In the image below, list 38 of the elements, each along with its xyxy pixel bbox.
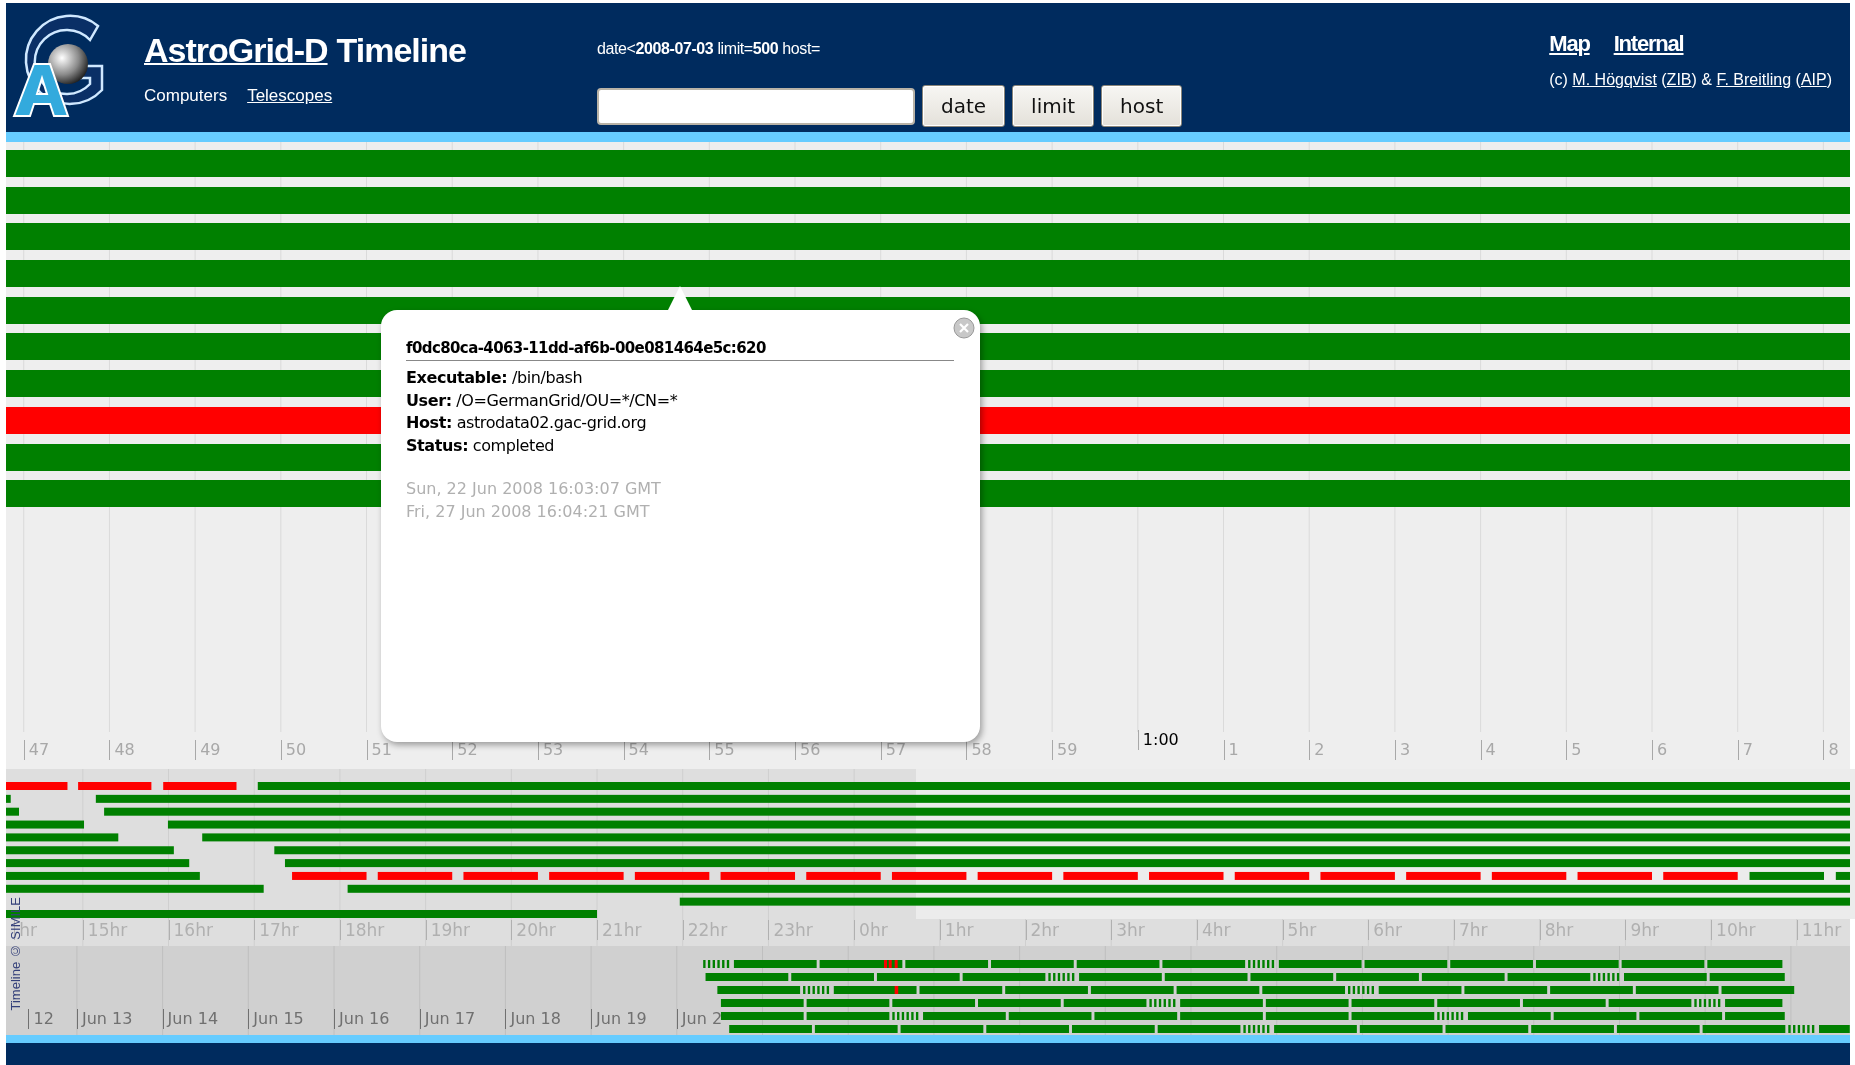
page-title: Timeline [336, 30, 466, 71]
field-value: completed [472, 435, 555, 455]
end-time: Fri, 27 Jun 2008 16:04:21 GMT [406, 500, 651, 523]
field-label: Host: [406, 413, 452, 432]
time-tick-label: 2 [1309, 740, 1325, 760]
time-tick-label: 3 [1394, 740, 1411, 760]
field-label: Status: [406, 435, 469, 455]
time-tick-label: 4 [1480, 740, 1496, 760]
day-tick-label: Jun 13 [76, 1009, 133, 1029]
time-tick-label: 8 [1823, 740, 1839, 760]
time-tick-label: 6 [1652, 740, 1668, 760]
query-text: date<2008-07-03 limit=500 host= [597, 39, 821, 59]
day-tick-label: Jun 15 [248, 1009, 304, 1029]
time-tick-label: 51 [366, 740, 392, 760]
day-tick-label: Jun 18 [505, 1009, 561, 1029]
time-tick-label: 5 [1566, 740, 1582, 760]
time-tick-label: 48 [109, 740, 135, 760]
time-tick-label: 59 [1052, 740, 1078, 760]
field-label: Executable: [406, 368, 508, 387]
field-value: /O=GermanGrid/OU=*/CN=* [456, 390, 678, 410]
field-value: /bin/bash [511, 368, 583, 387]
field-label: User: [406, 390, 452, 410]
field-value: astrodata02.gac-grid.org [456, 413, 647, 432]
time-tick-label: 49 [195, 740, 221, 760]
start-time: Sun, 22 Jun 2008 16:03:07 GMT [406, 478, 662, 500]
day-tick-label: Jun 16 [334, 1009, 390, 1029]
time-tick-label: 47 [23, 740, 50, 760]
popup-title: f0dc80ca-4063-11dd-af6b-00e081464e5c:620 [406, 338, 954, 361]
time-tick-label: 50 [280, 740, 307, 760]
time-tick-label: 1:00 [1137, 730, 1179, 750]
time-tick-label: 1 [1223, 740, 1239, 760]
day-tick-label: Jun 14 [162, 1009, 219, 1029]
day-tick-label: Jun 17 [419, 1009, 476, 1029]
credit-line: (c) M. Högqvist (ZIB) & F. Breitling (AIP) [1549, 70, 1832, 90]
day-tick-label: 12 [28, 1009, 54, 1029]
timeline-credit: Timeline © SIMILE [8, 897, 23, 1011]
day-tick-label: Jun 19 [591, 1009, 647, 1029]
time-tick-label: 7 [1737, 740, 1753, 760]
